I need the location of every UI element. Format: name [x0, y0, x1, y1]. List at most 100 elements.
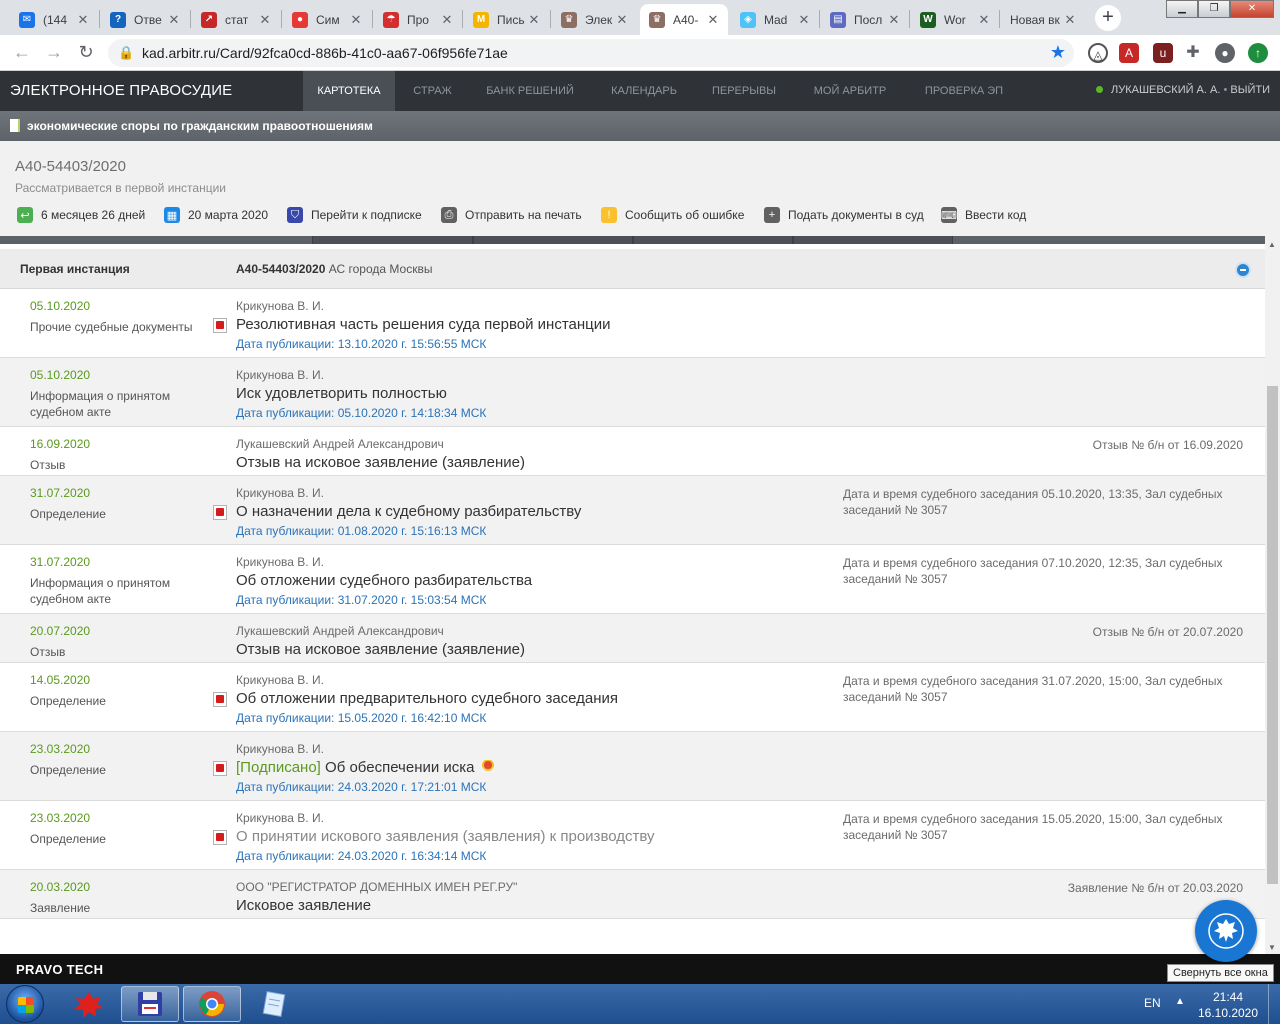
- start-button[interactable]: [6, 985, 44, 1023]
- new-tab-button[interactable]: +: [1095, 5, 1121, 31]
- page-scrollbar[interactable]: ▲ ▼: [1265, 236, 1280, 954]
- publication-date-link[interactable]: Дата публикации: 13.10.2020 г. 15:56:55 …: [236, 337, 486, 351]
- browser-tab[interactable]: ▤ Посл ✕: [821, 4, 909, 35]
- tab-close-icon[interactable]: ✕: [165, 12, 183, 28]
- taskbar-splash-app[interactable]: [60, 986, 118, 1022]
- nav-strazh[interactable]: СТРАЖ: [400, 71, 465, 111]
- show-desktop-button[interactable]: [1268, 984, 1280, 1024]
- footer-brand[interactable]: PRAVO TECH: [16, 962, 103, 977]
- scroll-up-arrow-icon[interactable]: ▲: [1268, 240, 1276, 249]
- omnibox[interactable]: 🔒 kad.arbitr.ru/Card/92fca0cd-886b-41c0-…: [108, 39, 1074, 67]
- extensions-puzzle-icon[interactable]: ✚: [1183, 43, 1203, 63]
- browser-tab[interactable]: Новая вк ✕: [1001, 4, 1085, 35]
- publication-date-link[interactable]: Дата публикации: 24.03.2020 г. 17:21:01 …: [236, 780, 486, 794]
- tab-segment[interactable]: [312, 236, 473, 244]
- taskbar-clock[interactable]: 21:44 16.10.2020: [1193, 989, 1263, 1021]
- ublock-extension-icon[interactable]: u: [1153, 43, 1173, 63]
- profile-avatar-icon[interactable]: ●: [1215, 43, 1235, 63]
- bookmark-star-icon[interactable]: ★: [1050, 42, 1066, 63]
- tab-close-icon[interactable]: ✕: [795, 12, 813, 28]
- pdf-icon[interactable]: [213, 761, 227, 776]
- publication-date-link[interactable]: Дата публикации: 15.05.2020 г. 16:42:10 …: [236, 711, 486, 725]
- tab-close-icon[interactable]: ✕: [256, 12, 274, 28]
- tab-close-icon[interactable]: ✕: [525, 12, 543, 28]
- publication-date-link[interactable]: Дата публикации: 24.03.2020 г. 16:34:14 …: [236, 849, 486, 863]
- browser-tab[interactable]: ↗ стат ✕: [192, 4, 280, 35]
- signature-seal-icon[interactable]: [481, 760, 494, 774]
- nav-kartoteka[interactable]: КАРТОТЕКА: [303, 71, 395, 111]
- browser-tab[interactable]: ♛ Элек ✕: [552, 4, 637, 35]
- event-title-link[interactable]: [Подписано] Об обеспечении иска: [236, 759, 494, 776]
- pdf-icon[interactable]: [213, 692, 227, 707]
- nav-kalendar[interactable]: КАЛЕНДАРЬ: [600, 71, 688, 111]
- pdf-icon[interactable]: [213, 505, 227, 520]
- taskbar-save-app[interactable]: [121, 986, 179, 1022]
- close-window-button[interactable]: ✕: [1230, 0, 1274, 18]
- nav-bank-resheniy[interactable]: БАНК РЕШЕНИЙ: [478, 71, 582, 111]
- pdf-icon[interactable]: [213, 318, 227, 333]
- taskbar-chrome[interactable]: [183, 986, 241, 1022]
- browser-tab[interactable]: ● Сим ✕: [283, 4, 371, 35]
- browser-tab[interactable]: ☂ Про ✕: [374, 4, 462, 35]
- browser-tab[interactable]: W Wor ✕: [911, 4, 999, 35]
- event-title-link[interactable]: Отзыв на исковое заявление (заявление): [236, 641, 525, 658]
- site-logo[interactable]: ЭЛЕКТРОННОЕ ПРАВОСУДИЕ: [10, 82, 232, 99]
- event-title-link[interactable]: Об отложении судебного разбирательства: [236, 572, 532, 589]
- minimize-button[interactable]: ▁: [1166, 0, 1198, 18]
- chat-emblem-button[interactable]: [1195, 900, 1257, 962]
- tab-close-icon[interactable]: ✕: [438, 12, 456, 28]
- reload-icon[interactable]: ↻: [74, 42, 98, 63]
- event-title-link[interactable]: Отзыв на исковое заявление (заявление): [236, 454, 525, 471]
- case-action-link[interactable]: ⌨ Ввести код: [941, 207, 1026, 223]
- case-action-link[interactable]: ! Сообщить об ошибке: [601, 207, 744, 223]
- scroll-down-arrow-icon[interactable]: ▼: [1268, 943, 1276, 952]
- publication-date-link[interactable]: Дата публикации: 01.08.2020 г. 15:16:13 …: [236, 524, 486, 538]
- tab-close-icon[interactable]: ✕: [704, 12, 722, 28]
- nav-moy-arbitr[interactable]: МОЙ АРБИТР: [804, 71, 896, 111]
- case-action-link[interactable]: ⛉ Перейти к подписке: [287, 207, 422, 223]
- tab-close-icon[interactable]: ✕: [613, 12, 631, 28]
- maximize-button[interactable]: ❐: [1198, 0, 1230, 18]
- back-icon[interactable]: ←: [10, 42, 34, 63]
- event-title-link[interactable]: О назначении дела к судебному разбирател…: [236, 503, 581, 520]
- tab-close-icon[interactable]: ✕: [885, 12, 903, 28]
- browser-tab[interactable]: M Пись ✕: [464, 4, 549, 35]
- tab-close-icon[interactable]: ✕: [1061, 12, 1079, 28]
- event-title-link[interactable]: О принятии искового заявления (заявления…: [236, 828, 655, 845]
- case-action-link[interactable]: ⎙ Отправить на печать: [441, 207, 582, 223]
- tab-close-icon[interactable]: ✕: [74, 12, 92, 28]
- browser-tab[interactable]: ◈ Mad ✕: [731, 4, 819, 35]
- logout-link[interactable]: ВЫЙТИ: [1230, 84, 1270, 96]
- publication-date-link[interactable]: Дата публикации: 05.10.2020 г. 14:18:34 …: [236, 406, 486, 420]
- case-action-link[interactable]: ▦ 20 марта 2020: [164, 207, 268, 223]
- update-arrow-icon[interactable]: ↑: [1248, 43, 1268, 63]
- extension-triangle-icon[interactable]: ◬: [1088, 43, 1108, 63]
- tab-segment[interactable]: [473, 236, 633, 244]
- event-title-link[interactable]: Исковое заявление: [236, 897, 371, 914]
- forward-icon[interactable]: →: [42, 42, 66, 63]
- url-text[interactable]: kad.arbitr.ru/Card/92fca0cd-886b-41c0-aa…: [142, 45, 508, 61]
- case-action-link[interactable]: + Подать документы в суд: [764, 207, 924, 223]
- pdf-extension-icon[interactable]: A: [1119, 43, 1139, 63]
- event-title-link[interactable]: Резолютивная часть решения суда первой и…: [236, 316, 611, 333]
- tab-segment[interactable]: [633, 236, 793, 244]
- user-name[interactable]: ЛУКАШЕВСКИЙ А. А.: [1111, 84, 1220, 96]
- event-title-link[interactable]: Об отложении предварительного судебного …: [236, 690, 618, 707]
- browser-tab[interactable]: ♛ А40- ✕: [640, 4, 728, 35]
- case-action-link[interactable]: ↩ 6 месяцев 26 дней: [17, 207, 145, 223]
- tab-close-icon[interactable]: ✕: [975, 12, 993, 28]
- collapse-instance-button[interactable]: [1235, 262, 1251, 278]
- tab-segment[interactable]: [793, 236, 953, 244]
- browser-tab[interactable]: ✉ (144 ✕: [10, 4, 98, 35]
- tray-expand-icon[interactable]: ▲: [1175, 996, 1185, 1007]
- browser-tab[interactable]: ? Отве ✕: [101, 4, 189, 35]
- pdf-icon[interactable]: [213, 830, 227, 845]
- nav-proverka-ep[interactable]: ПРОВЕРКА ЭП: [914, 71, 1014, 111]
- language-indicator[interactable]: EN: [1144, 996, 1161, 1010]
- tab-close-icon[interactable]: ✕: [347, 12, 365, 28]
- publication-date-link[interactable]: Дата публикации: 31.07.2020 г. 15:03:54 …: [236, 593, 486, 607]
- nav-pereryvy[interactable]: ПЕРЕРЫВЫ: [702, 71, 786, 111]
- event-title-link[interactable]: Иск удовлетворить полностью: [236, 385, 447, 402]
- taskbar-notes-app[interactable]: [245, 986, 303, 1022]
- scroll-thumb[interactable]: [1267, 386, 1278, 884]
